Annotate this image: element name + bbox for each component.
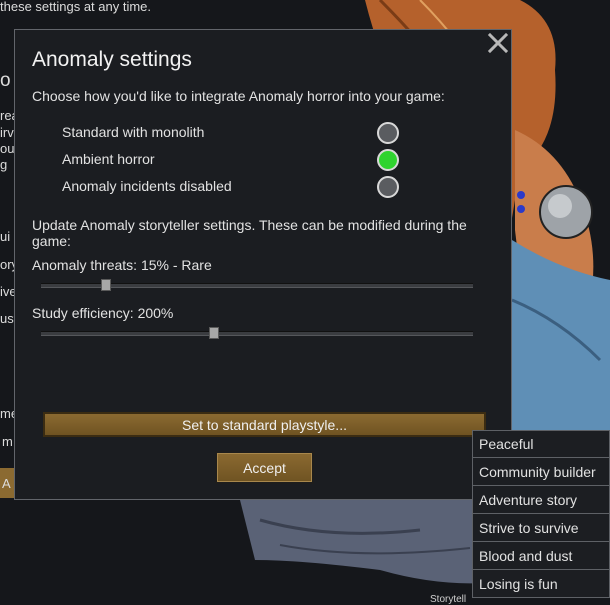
background-fragment: g	[0, 157, 8, 172]
background-fragment: o	[0, 70, 11, 91]
menu-item-adventure-story[interactable]: Adventure story	[472, 486, 610, 514]
radio-standard-with-monolith[interactable]	[377, 122, 399, 144]
slider-handle[interactable]	[100, 279, 111, 291]
close-icon[interactable]	[487, 32, 509, 54]
background-fragment: A	[2, 476, 11, 491]
background-fragment: m	[2, 434, 13, 449]
anomaly-settings-dialog: Anomaly settings Choose how you'd like t…	[14, 29, 512, 500]
set-standard-playstyle-button[interactable]: Set to standard playstyle...	[43, 412, 486, 437]
background-hint-text: these settings at any time.	[0, 0, 152, 14]
study-efficiency-slider[interactable]	[41, 327, 473, 339]
radio-ambient-horror[interactable]	[377, 149, 399, 171]
slider-handle[interactable]	[208, 327, 219, 339]
background-fragment: ui	[0, 229, 11, 244]
storyteller-settings-text: Update Anomaly storyteller settings. The…	[32, 217, 467, 249]
accept-button[interactable]: Accept	[215, 451, 314, 484]
menu-item-community-builder[interactable]: Community builder	[472, 458, 610, 486]
dialog-description: Choose how you'd like to integrate Anoma…	[32, 88, 445, 104]
menu-item-losing-is-fun[interactable]: Losing is fun	[472, 570, 610, 598]
study-efficiency-label: Study efficiency: 200%	[32, 305, 174, 321]
background-fragment: irv	[0, 125, 14, 140]
option-label-standard: Standard with monolith	[62, 124, 205, 140]
menu-item-blood-and-dust[interactable]: Blood and dust	[472, 542, 610, 570]
menu-item-strive-to-survive[interactable]: Strive to survive	[472, 514, 610, 542]
option-label-ambient: Ambient horror	[62, 151, 155, 167]
menu-item-peaceful[interactable]: Peaceful	[472, 430, 610, 458]
storyteller-difficulty-menu: Peaceful Community builder Adventure sto…	[472, 430, 610, 598]
anomaly-threats-slider[interactable]	[41, 279, 473, 291]
storyteller-footer-fragment: Storytell	[430, 594, 467, 605]
radio-incidents-disabled[interactable]	[377, 176, 399, 198]
dialog-title: Anomaly settings	[32, 48, 192, 71]
anomaly-threats-label: Anomaly threats: 15% - Rare	[32, 257, 212, 273]
background-fragment: ou	[0, 141, 15, 156]
option-label-disabled: Anomaly incidents disabled	[62, 178, 232, 194]
